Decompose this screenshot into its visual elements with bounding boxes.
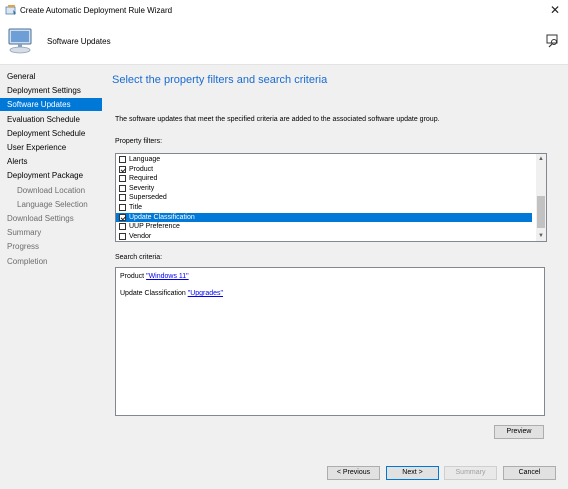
checkbox[interactable] [119, 156, 126, 163]
nav-item-completion: Completion [7, 256, 48, 266]
window-title: Create Automatic Deployment Rule Wizard [20, 6, 173, 15]
property-filters-label: Property filters: [115, 138, 163, 145]
property-filter-item[interactable]: Product [116, 165, 532, 175]
wizard-nav: General Deployment Settings Software Updat… [0, 65, 104, 459]
nav-item-deployment-schedule[interactable]: Deployment Schedule [0, 127, 102, 140]
section-description: The software updates that meet the speci… [115, 116, 440, 123]
criteria-prefix: Update Classification [120, 290, 188, 297]
property-filter-item[interactable]: Vendor [116, 232, 532, 241]
page-title: Software Updates [47, 37, 111, 46]
property-filter-label: Update Classification [129, 213, 195, 221]
wizard-header: Software Updates [0, 22, 568, 64]
checkbox[interactable] [119, 232, 126, 240]
title-bar: Create Automatic Deployment Rule Wizard … [0, 0, 568, 22]
property-filter-item[interactable]: UUP Preference [116, 222, 532, 232]
property-filter-item[interactable]: Severity [116, 184, 532, 194]
scroll-thumb[interactable] [537, 196, 545, 228]
nav-item-summary: Summary [7, 228, 42, 238]
nav-item-download-location: Download Location [17, 185, 86, 195]
criteria-line-product: Product "Windows 11" [120, 273, 189, 280]
property-filter-label: Product [129, 165, 154, 173]
checkbox-checked[interactable] [119, 213, 126, 221]
property-filters-list[interactable]: Vendor UUP Preference Update Classificatio… [115, 153, 547, 242]
checkbox[interactable] [119, 194, 126, 202]
property-filter-label: UUP Preference [129, 223, 180, 231]
summary-button: Summary [444, 466, 497, 480]
nav-item-evaluation-schedule[interactable]: Evaluation Schedule [0, 113, 102, 126]
property-filter-item[interactable]: Superseded [116, 193, 532, 203]
criteria-link-classification[interactable]: "Upgrades" [188, 290, 223, 297]
nav-item-general[interactable]: General [0, 70, 102, 83]
nav-item-user-experience[interactable]: User Experience [0, 141, 102, 154]
scroll-down-icon[interactable]: ▼ [536, 231, 546, 241]
scroll-up-icon[interactable]: ▲ [536, 154, 546, 164]
property-filter-label: Language [129, 156, 161, 163]
previous-button[interactable]: < Previous [327, 466, 380, 480]
property-filter-label: Title [129, 204, 142, 211]
property-filter-label: Severity [129, 184, 155, 192]
property-filter-item[interactable]: Update Classification [116, 212, 532, 223]
close-icon[interactable]: ✕ [548, 3, 562, 17]
checkbox[interactable] [119, 175, 126, 183]
criteria-line-classification: Update Classification "Upgrades" [120, 290, 223, 297]
help-icon[interactable] [546, 34, 560, 48]
main-content: Select the property filters and search c… [104, 65, 568, 459]
search-criteria-box: Product "Windows 11" Update Classificati… [115, 267, 545, 416]
property-filter-item[interactable]: Language [116, 155, 532, 165]
property-filter-label: Required [129, 175, 158, 183]
property-filter-label: Vendor [129, 232, 152, 240]
nav-item-deployment-settings[interactable]: Deployment Settings [0, 84, 102, 97]
criteria-link-product[interactable]: "Windows 11" [146, 273, 189, 280]
checkbox[interactable] [119, 184, 126, 192]
property-filter-item[interactable]: Required [116, 174, 532, 184]
cancel-button[interactable]: Cancel [503, 466, 556, 480]
search-criteria-label: Search criteria: [115, 254, 163, 261]
property-filter-label: Superseded [129, 194, 167, 202]
next-button[interactable]: Next > [386, 466, 439, 480]
nav-item-alerts[interactable]: Alerts [0, 155, 102, 168]
property-filter-item[interactable]: Title [116, 203, 532, 213]
checkbox[interactable] [119, 204, 126, 211]
nav-item-language-selection: Language Selection [17, 199, 88, 209]
nav-item-progress: Progress [7, 242, 40, 252]
checkbox-checked[interactable] [119, 165, 126, 173]
preview-button[interactable]: Preview [494, 425, 544, 439]
nav-item-software-updates[interactable]: Software Updates [0, 98, 102, 112]
wizard-app-icon [5, 4, 17, 16]
computer-icon [6, 26, 36, 56]
section-heading: Select the property filters and search c… [112, 74, 328, 86]
nav-item-deployment-package[interactable]: Deployment Package [0, 169, 102, 182]
checkbox[interactable] [119, 223, 126, 231]
nav-item-download-settings: Download Settings [7, 214, 74, 223]
criteria-prefix: Product [120, 273, 147, 280]
list-scrollbar[interactable]: ▲ ▼ [536, 154, 546, 241]
wizard-footer: < Previous Next > Summary Cancel [0, 459, 568, 489]
